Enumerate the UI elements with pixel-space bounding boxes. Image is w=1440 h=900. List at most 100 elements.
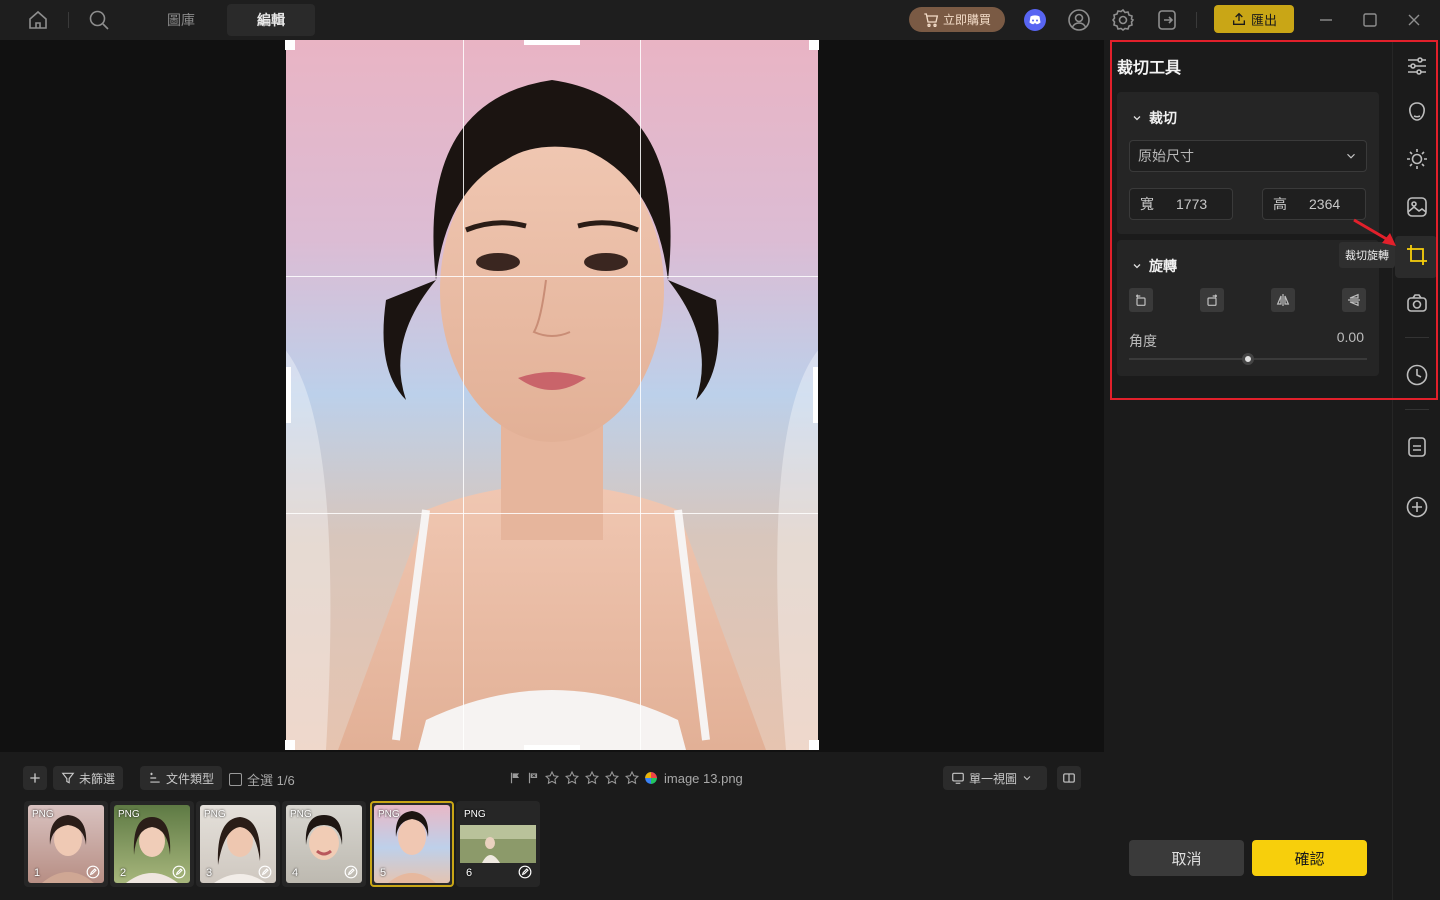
thumbnail[interactable]: PNG 4 — [286, 805, 362, 883]
camera-icon[interactable] — [1405, 291, 1429, 315]
flip-vertical-button[interactable] — [1342, 288, 1366, 312]
export-button[interactable]: 匯出 — [1214, 5, 1294, 33]
angle-value: 0.00 — [1336, 329, 1364, 345]
view-mode-label: 單一視圖 — [969, 771, 1018, 786]
crop-rotate-icon[interactable] — [1405, 243, 1429, 267]
thumbnail-type: PNG — [378, 809, 400, 820]
height-label: 高 — [1273, 196, 1287, 212]
crop-handle-right[interactable] — [813, 367, 818, 423]
thumbnail-number: 4 — [292, 867, 299, 879]
thumbnail-number: 1 — [34, 867, 41, 879]
crop-handle-top-left[interactable] — [285, 40, 295, 50]
divider — [68, 12, 69, 28]
tool-icon-rail — [1392, 40, 1440, 900]
cancel-button[interactable]: 取消 — [1129, 840, 1244, 876]
share-icon[interactable] — [1155, 8, 1179, 32]
panel-title: 裁切工具 — [1117, 60, 1182, 77]
search-icon[interactable] — [87, 8, 111, 32]
thumbnail-number: 6 — [466, 867, 473, 879]
thumbnail-type: PNG — [204, 809, 226, 820]
color-label-icon[interactable] — [644, 771, 658, 785]
crop-ratio-select[interactable]: 原始尺寸 — [1129, 140, 1367, 172]
buy-now-label: 立即購買 — [942, 13, 991, 27]
thumbnail-type: PNG — [290, 809, 312, 820]
crop-section-label: 裁切 — [1149, 110, 1177, 126]
crop-handle-left[interactable] — [286, 367, 291, 423]
crop-section-header[interactable]: 裁切 — [1131, 108, 1177, 128]
tab-edit[interactable]: 編輯 — [227, 4, 315, 36]
history-icon[interactable] — [1405, 363, 1429, 387]
grid-line — [640, 40, 641, 750]
select-all-label: 全選 1/6 — [247, 773, 295, 788]
crop-handle-bottom[interactable] — [524, 745, 580, 750]
width-field[interactable]: 寬 1773 — [1129, 188, 1233, 220]
rotate-section-header[interactable]: 旋轉 — [1131, 256, 1177, 276]
thumbnail[interactable]: PNG 1 — [28, 805, 104, 883]
sort-button[interactable]: 文件類型 — [140, 766, 223, 790]
edit-icon[interactable] — [518, 865, 532, 879]
select-all-toggle[interactable]: 全選 1/6 — [229, 770, 295, 789]
crop-ratio-value: 原始尺寸 — [1138, 148, 1194, 164]
filmstrip-bar: 未篩選 文件類型 全選 1/6 image 13.png 單一視圖 PNG 1 — [0, 752, 1104, 900]
thumbnail-selected[interactable]: PNG 5 — [374, 805, 450, 883]
crop-handle-bottom-left[interactable] — [285, 740, 295, 750]
view-mode-dropdown[interactable]: 單一視圖 — [943, 766, 1047, 790]
add-button[interactable] — [23, 766, 47, 790]
compare-view-button[interactable] — [1057, 766, 1081, 790]
home-icon[interactable] — [26, 8, 50, 32]
angle-label: 角度 — [1129, 333, 1157, 349]
star-icon[interactable] — [564, 770, 580, 786]
confirm-button[interactable]: 確認 — [1252, 840, 1367, 876]
adjust-sliders-icon[interactable] — [1405, 54, 1429, 78]
close-icon[interactable] — [1402, 8, 1426, 32]
thumbnail[interactable]: PNG 2 — [114, 805, 190, 883]
sort-icon — [148, 771, 162, 785]
width-value: 1773 — [1176, 196, 1208, 212]
buy-now-button[interactable]: 立即購買 — [909, 7, 1005, 32]
flip-horizontal-button[interactable] — [1271, 288, 1295, 312]
account-icon[interactable] — [1067, 8, 1091, 32]
star-icon[interactable] — [624, 770, 640, 786]
single-view-icon — [951, 771, 965, 785]
grid-line — [463, 40, 464, 750]
edited-photo[interactable] — [286, 40, 818, 750]
select-all-checkbox[interactable] — [229, 773, 242, 786]
rotate-left-icon — [1133, 292, 1149, 308]
flip-horizontal-icon — [1275, 292, 1291, 308]
thumbnail[interactable]: PNG 3 — [200, 805, 276, 883]
rotate-left-button[interactable] — [1129, 288, 1153, 312]
crop-handle-top[interactable] — [524, 40, 580, 45]
divider — [1405, 337, 1429, 338]
annotation-arrow — [1353, 218, 1396, 246]
chevron-down-icon — [1021, 772, 1033, 784]
reject-flag-icon[interactable] — [526, 771, 540, 785]
brightness-icon[interactable] — [1405, 147, 1429, 171]
star-icon[interactable] — [544, 770, 560, 786]
star-icon[interactable] — [604, 770, 620, 786]
image-enhance-icon[interactable] — [1405, 195, 1429, 219]
plus-icon — [27, 770, 43, 786]
thumbnail-number: 3 — [206, 867, 213, 879]
tab-gallery[interactable]: 圖庫 — [136, 4, 226, 36]
thumbnail[interactable]: PNG 6 — [460, 805, 536, 883]
maximize-icon[interactable] — [1358, 8, 1382, 32]
edit-icon[interactable] — [258, 865, 272, 879]
export-label: 匯出 — [1250, 12, 1277, 28]
settings-icon[interactable] — [1111, 8, 1135, 32]
star-icon[interactable] — [584, 770, 600, 786]
flag-icon[interactable] — [508, 771, 522, 785]
filter-button[interactable]: 未篩選 — [53, 766, 124, 790]
crop-handle-top-right[interactable] — [809, 40, 819, 50]
edit-icon[interactable] — [86, 865, 100, 879]
thumbnail-type: PNG — [118, 809, 140, 820]
angle-slider-thumb[interactable] — [1242, 353, 1254, 365]
minimize-icon[interactable] — [1314, 8, 1338, 32]
info-panel-icon[interactable] — [1405, 435, 1429, 459]
add-tool-icon[interactable] — [1405, 495, 1429, 519]
retouch-icon[interactable] — [1405, 100, 1429, 124]
discord-icon[interactable] — [1023, 8, 1047, 32]
rotate-right-button[interactable] — [1200, 288, 1224, 312]
crop-handle-bottom-right[interactable] — [809, 740, 819, 750]
edit-icon[interactable] — [172, 865, 186, 879]
edit-icon[interactable] — [344, 865, 358, 879]
